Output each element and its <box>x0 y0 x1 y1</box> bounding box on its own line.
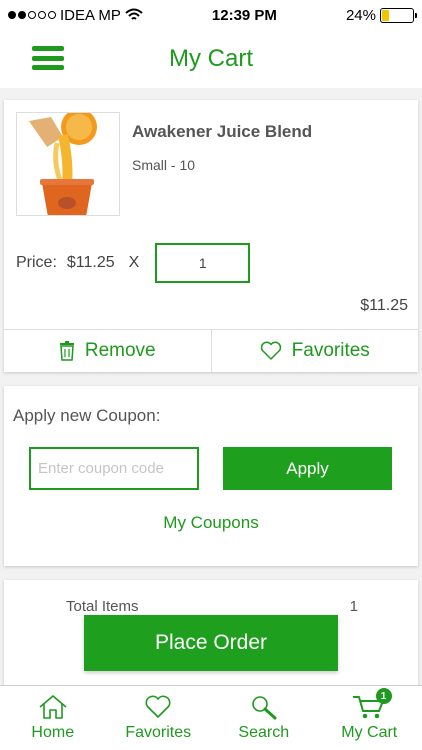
remove-label: Remove <box>84 340 156 361</box>
coupon-title: Apply new Coupon: <box>13 406 161 425</box>
hamburger-menu-icon[interactable] <box>32 46 64 70</box>
battery-fill <box>382 9 390 21</box>
coupon-code-input[interactable] <box>29 447 199 490</box>
trash-icon <box>59 341 74 361</box>
tab-favorites-label: Favorites <box>125 724 192 741</box>
nav-bar: My Cart <box>0 30 422 88</box>
favorites-button[interactable]: Favorites <box>210 330 419 372</box>
product-variant: Small - 10 <box>132 157 196 173</box>
unit-price: $11.25 <box>66 254 115 271</box>
price-row: Price: $11.25 X <box>16 243 251 283</box>
product-image[interactable] <box>16 112 120 216</box>
line-total: $11.25 <box>360 297 408 314</box>
status-right: 24% <box>345 6 417 24</box>
page-title: My Cart <box>169 45 253 72</box>
bottom-tab-bar: Home Favorites Search 1 My Cart <box>0 685 422 750</box>
battery-percent: 24% <box>345 6 376 24</box>
carrier-name: IDEA MP <box>60 6 121 24</box>
tab-my-cart[interactable]: 1 My Cart <box>317 686 422 750</box>
quantity-input[interactable] <box>155 243 251 283</box>
multiply-sign: X <box>128 254 140 271</box>
status-bar: IDEA MP 12:39 PM 24% <box>0 0 422 30</box>
tab-search-label: Search <box>238 724 290 741</box>
search-icon <box>251 696 277 720</box>
place-order-button[interactable]: Place Order <box>84 615 338 671</box>
price-label: Price: <box>16 254 57 271</box>
status-left: IDEA MP <box>8 7 143 24</box>
total-items-value: 1 <box>349 598 358 615</box>
clock: 12:39 PM <box>211 6 277 24</box>
remove-button[interactable]: Remove <box>4 330 211 372</box>
wifi-icon <box>125 8 143 20</box>
battery-icon <box>380 7 417 23</box>
tab-search[interactable]: Search <box>211 686 317 750</box>
tab-home[interactable]: Home <box>0 686 106 750</box>
coupon-card: Apply new Coupon: Apply My Coupons <box>4 386 418 566</box>
favorites-label: Favorites <box>291 340 370 361</box>
apply-coupon-button[interactable]: Apply <box>223 447 392 490</box>
tab-my-cart-label: My Cart <box>341 724 398 741</box>
total-items-label: Total Items <box>66 598 139 615</box>
cart-item-card: Awakener Juice Blend Small - 10 Price: $… <box>4 100 418 372</box>
signal-strength-icon <box>8 11 56 19</box>
heart-icon <box>260 341 281 360</box>
tab-home-label: Home <box>31 724 75 741</box>
product-name[interactable]: Awakener Juice Blend <box>132 122 312 142</box>
my-coupons-link[interactable]: My Coupons <box>4 513 418 533</box>
item-actions: Remove Favorites <box>4 329 418 372</box>
cart-count-badge: 1 <box>375 688 392 704</box>
home-icon <box>39 695 67 719</box>
heart-icon <box>145 695 171 718</box>
tab-favorites[interactable]: Favorites <box>106 686 212 750</box>
